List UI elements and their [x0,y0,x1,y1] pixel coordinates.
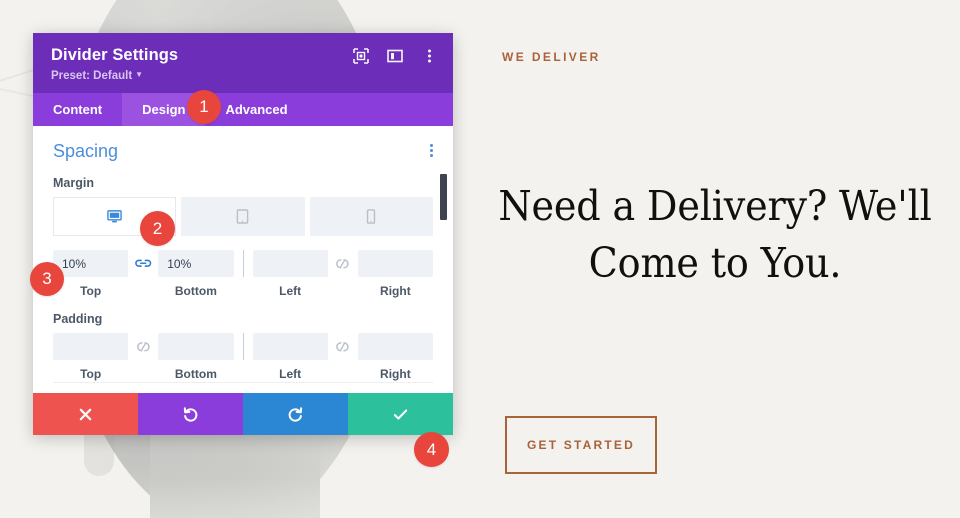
margin-bottom-input[interactable] [158,250,234,277]
margin-top-bottom-pair: Top Bottom [53,250,234,298]
margin-pair-divider [242,250,244,277]
padding-top-bottom-pair: Top Bottom [53,333,234,381]
tab-content[interactable]: Content [33,93,122,126]
check-icon [392,406,409,423]
padding-right-cell: Right [357,333,433,381]
margin-left-cell: Left [252,250,328,298]
margin-top-input[interactable] [53,250,129,277]
margin-device-toggle [53,197,433,236]
margin-right-input[interactable] [357,250,433,277]
annotation-badge-1: 1 [187,90,221,124]
padding-top-cell: Top [53,333,129,381]
padding-label: Padding [53,312,103,326]
more-options-icon[interactable] [421,48,437,64]
body-bottom-divider [53,382,433,383]
modal-scrollbar-track[interactable] [440,126,450,393]
padding-left-cell: Left [252,333,328,381]
page-headline: Need a Delivery? We'll Come to You. [498,182,932,287]
margin-label: Margin [53,176,94,190]
margin-inputs-row: Top Bottom [53,250,433,298]
margin-left-input[interactable] [252,250,328,277]
spacing-section-header: Spacing [53,140,433,176]
padding-left-right-link-icon[interactable] [328,333,358,360]
margin-right-caption: Right [380,284,411,298]
margin-top-cell: Top [53,250,129,298]
modal-header-titles: Divider Settings Preset: Default ▼ [51,45,178,83]
margin-right-cell: Right [357,250,433,298]
padding-bottom-caption: Bottom [174,367,217,381]
padding-bottom-cell: Bottom [158,333,234,381]
margin-left-right-link-icon[interactable] [328,250,358,277]
modal-title: Divider Settings [51,46,179,64]
margin-bottom-caption: Bottom [174,284,217,298]
padding-left-right-pair: Left Right [252,333,433,381]
modal-scrollbar-thumb[interactable] [440,174,447,220]
redo-icon [287,406,304,423]
chevron-down-icon: ▼ [135,70,144,79]
padding-right-caption: Right [380,367,411,381]
padding-right-input[interactable] [357,333,433,360]
margin-left-caption: Left [279,284,302,298]
device-tab-phone[interactable] [309,197,433,236]
margin-left-right-pair: Left Right [252,250,433,298]
modal-header-icons [353,48,437,64]
preset-dropdown[interactable]: Preset: Default ▼ [51,68,178,83]
margin-top-caption: Top [80,284,102,298]
padding-bottom-input[interactable] [158,333,234,360]
margin-top-bottom-link-icon[interactable] [128,250,158,277]
close-icon [78,407,93,422]
preset-label: Preset: Default [51,70,133,82]
modal-header: Divider Settings Preset: Default ▼ [33,33,453,93]
kebab-menu-icon[interactable] [430,140,433,157]
margin-bottom-cell: Bottom [158,250,234,298]
undo-button[interactable] [138,393,243,435]
get-started-button[interactable]: GET STARTED [505,416,657,474]
annotation-badge-3: 3 [30,262,64,296]
modal-footer [33,393,453,435]
section-title-spacing: Spacing [53,141,119,161]
modal-tabs: Content Design Advanced [33,93,453,126]
redo-button[interactable] [243,393,348,435]
focus-icon[interactable] [353,48,369,64]
screenshot-root: WE DELIVER Need a Delivery? We'll Come t… [0,0,960,518]
device-tab-tablet[interactable] [181,197,305,236]
save-button[interactable] [348,393,453,435]
undo-icon [182,406,199,423]
padding-top-caption: Top [80,367,102,381]
divider-settings-modal: Divider Settings Preset: Default ▼ Conte… [33,33,453,435]
padding-left-caption: Left [279,367,302,381]
modal-body: Spacing Margin 10% Top 10% Bottom Left R… [33,126,453,393]
cancel-button[interactable] [33,393,138,435]
layout-panel-icon[interactable] [387,48,403,64]
eyebrow-label: WE DELIVER [502,50,601,64]
padding-inputs-row: Top Bottom Left Right [53,333,433,381]
annotation-badge-2: 2 [140,211,175,246]
padding-left-input[interactable] [252,333,328,360]
annotation-badge-4: 4 [414,432,449,467]
padding-pair-divider [242,333,244,360]
padding-top-input[interactable] [53,333,129,360]
padding-top-bottom-link-icon[interactable] [128,333,158,360]
